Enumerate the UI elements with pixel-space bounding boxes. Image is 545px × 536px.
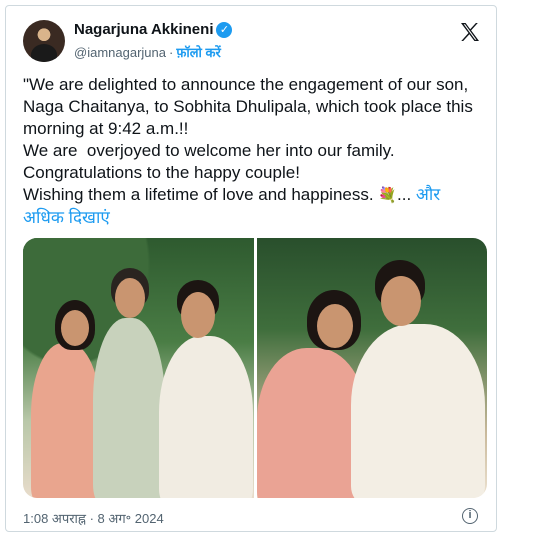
media-grid (23, 238, 487, 498)
figure-man (350, 324, 485, 498)
face-woman (61, 310, 89, 346)
figure-man-left (93, 318, 165, 498)
engagement-photo-2[interactable] (256, 238, 487, 498)
info-icon[interactable]: i (462, 508, 478, 524)
ellipsis: ... (397, 185, 416, 204)
face-man (380, 276, 421, 326)
separator-dot: · (168, 45, 174, 60)
figure-man-right (159, 336, 253, 498)
x-logo-icon[interactable] (458, 20, 482, 44)
follow-button[interactable]: फ़ॉलो करें (176, 45, 220, 60)
tweet-text: "We are delighted to announce the engage… (23, 74, 485, 229)
author-name-row: Nagarjuna Akkineni ✓ (74, 21, 233, 38)
avatar[interactable] (23, 20, 65, 62)
figure-woman (31, 343, 101, 498)
face-man-left (115, 278, 145, 318)
author-handle-row: @iamnagarjuna · फ़ॉलो करें (74, 43, 221, 61)
tweet-timestamp[interactable]: 1:08 अपराह्न · 8 अग॰ 2024 (23, 509, 164, 527)
face-man-right (181, 292, 215, 338)
bouquet-emoji: 💐 (378, 187, 397, 204)
tweet-card: Nagarjuna Akkineni ✓ @iamnagarjuna · फ़ॉलो… (5, 5, 497, 532)
face-woman (316, 304, 353, 348)
author-handle[interactable]: @iamnagarjuna (74, 45, 166, 60)
verified-badge-icon: ✓ (216, 21, 233, 38)
author-display-name[interactable]: Nagarjuna Akkineni (74, 21, 213, 38)
engagement-photo-1[interactable] (23, 238, 254, 498)
